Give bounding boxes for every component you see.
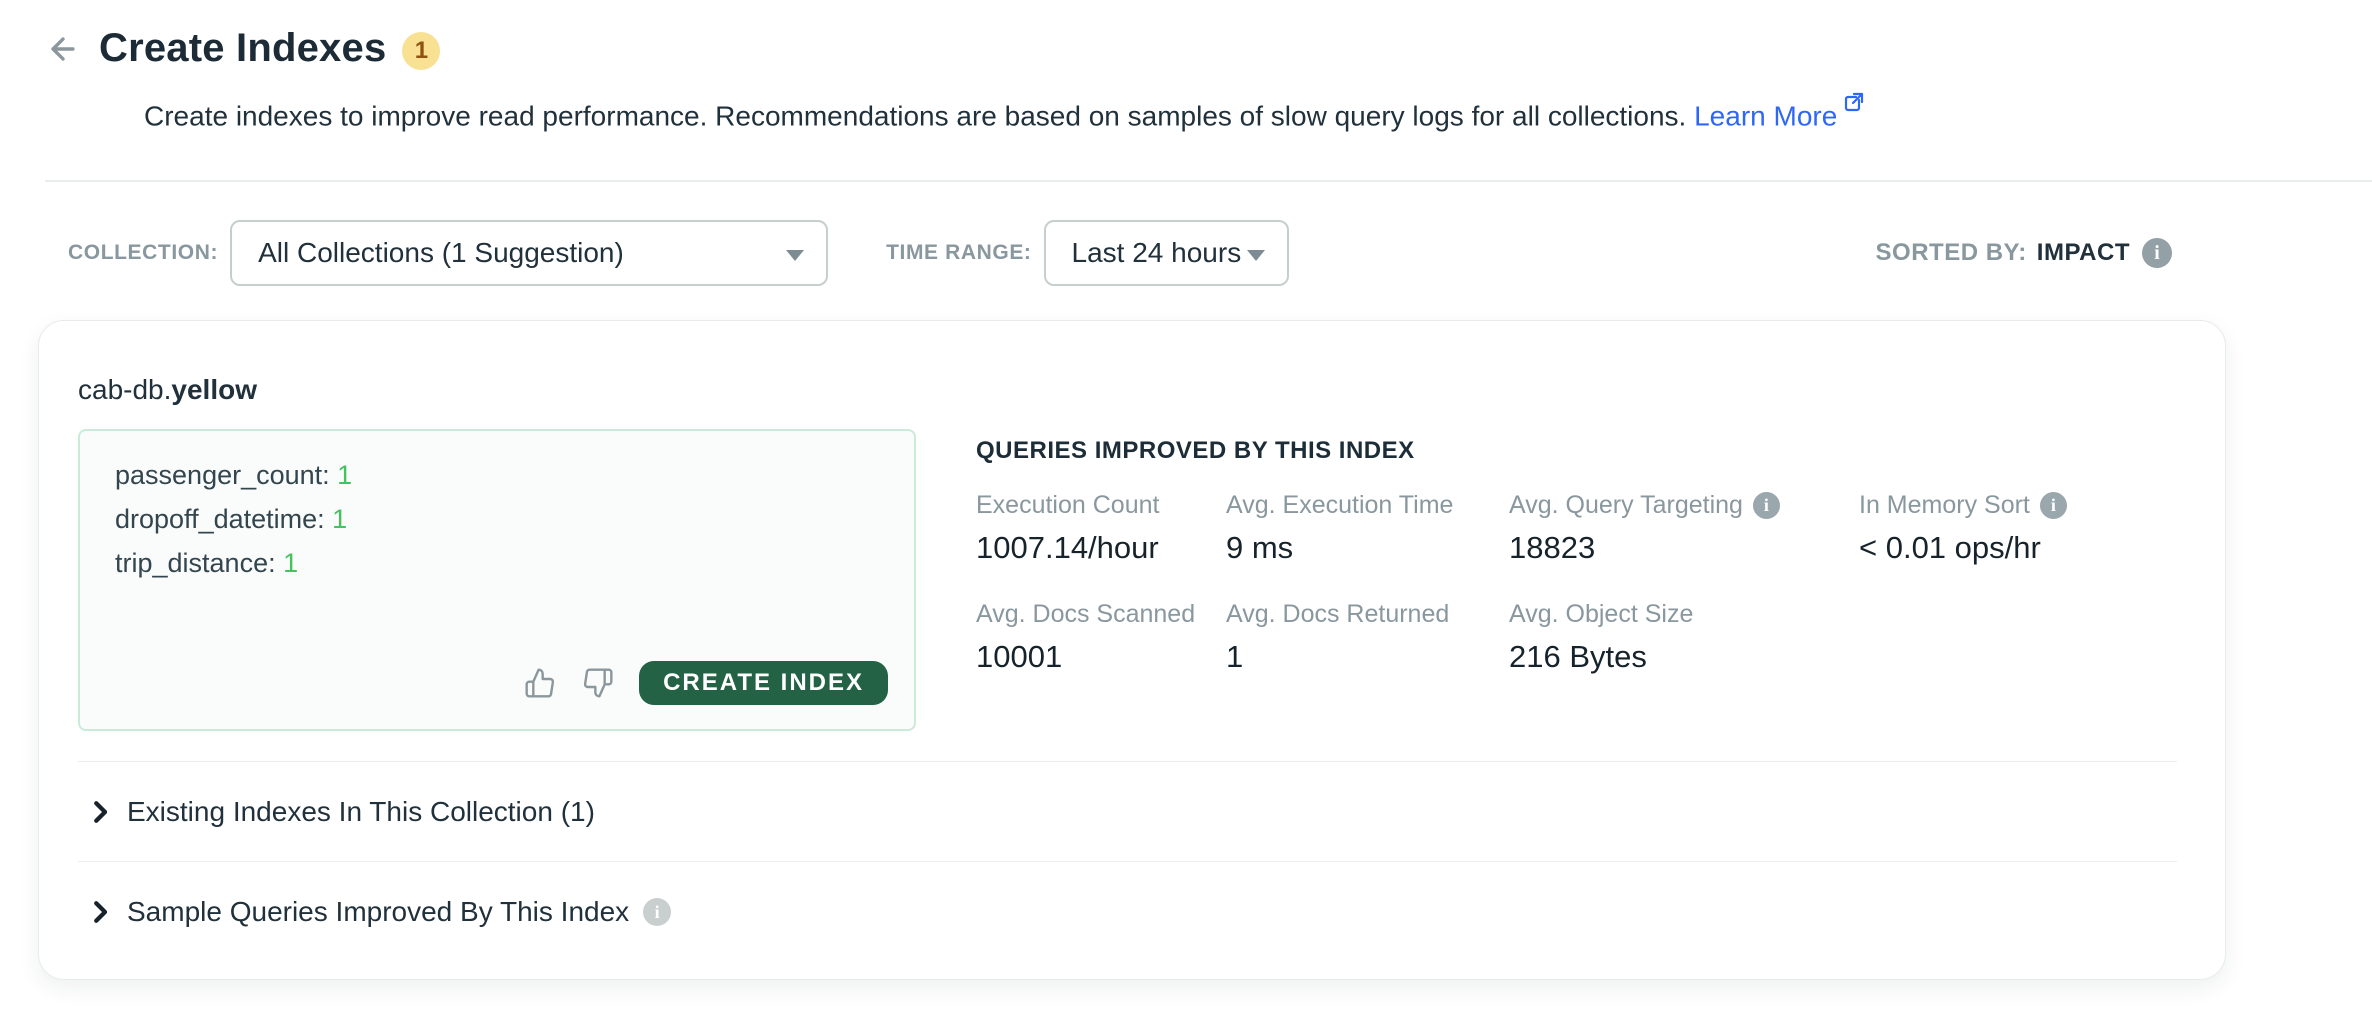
- collection-select-value: All Collections (1 Suggestion): [258, 237, 624, 269]
- stat-label: Avg. Object Size: [1509, 600, 1693, 629]
- caret-down-icon: [1247, 250, 1265, 261]
- stat-avg-execution-time: Avg. Execution Time 9 ms: [1226, 491, 1509, 566]
- sorted-by: SORTED BY: IMPACT i: [1876, 238, 2172, 268]
- page-title: Create Indexes: [99, 26, 386, 71]
- page-header: Create Indexes 1 Create indexes to impro…: [0, 0, 2372, 182]
- index-field-line: dropoff_datetime: 1: [115, 497, 886, 541]
- chevron-right-icon: [85, 897, 115, 927]
- suggestion-count-badge: 1: [402, 32, 440, 70]
- subtitle-text: Create indexes to improve read performan…: [144, 100, 1686, 131]
- filter-bar: COLLECTION: All Collections (1 Suggestio…: [0, 220, 2372, 286]
- stat-label: In Memory Sort: [1859, 491, 2030, 520]
- chevron-right-icon: [85, 797, 115, 827]
- external-link-icon[interactable]: [1841, 89, 1865, 123]
- index-field-line: passenger_count: 1: [115, 453, 886, 497]
- index-field-key: trip_distance:: [115, 548, 283, 578]
- stats-heading: QUERIES IMPROVED BY THIS INDEX: [976, 437, 2177, 465]
- thumbs-up-button[interactable]: [523, 666, 557, 700]
- stat-value: < 0.01 ops/hr: [1859, 530, 2177, 566]
- index-field-key: passenger_count:: [115, 460, 337, 490]
- sorted-by-info-icon[interactable]: i: [2142, 238, 2172, 268]
- in-memory-sort-info-icon[interactable]: i: [2040, 492, 2067, 519]
- thumbs-down-button[interactable]: [581, 666, 615, 700]
- stat-avg-docs-returned: Avg. Docs Returned 1: [1226, 600, 1509, 675]
- collection-select[interactable]: All Collections (1 Suggestion): [230, 220, 828, 286]
- existing-indexes-section-toggle[interactable]: Existing Indexes In This Collection (1): [78, 762, 2177, 862]
- index-field-value: 1: [337, 460, 352, 490]
- namespace-database: cab-db.: [78, 374, 171, 405]
- sample-queries-section-toggle[interactable]: Sample Queries Improved By This Index i: [78, 862, 2177, 962]
- header-divider: [45, 180, 2372, 182]
- stat-label: Avg. Query Targeting: [1509, 491, 1743, 520]
- create-index-button[interactable]: CREATE INDEX: [639, 661, 888, 705]
- time-range-select[interactable]: Last 24 hours: [1044, 220, 1289, 286]
- learn-more-link[interactable]: Learn More: [1694, 100, 1837, 131]
- thumbs-up-icon: [524, 667, 556, 699]
- back-button[interactable]: [45, 31, 81, 67]
- suggested-index-definition: passenger_count: 1 dropoff_datetime: 1 t…: [78, 429, 916, 731]
- time-range-filter-label: TIME RANGE:: [886, 241, 1031, 265]
- namespace: cab-db.yellow: [78, 373, 2177, 407]
- stat-in-memory-sort: In Memory Sort i < 0.01 ops/hr: [1859, 491, 2177, 566]
- queries-improved-panel: QUERIES IMPROVED BY THIS INDEX Execution…: [976, 429, 2177, 731]
- index-field-key: dropoff_datetime:: [115, 504, 332, 534]
- stats-grid: Execution Count 1007.14/hour Avg. Execut…: [976, 491, 2177, 675]
- namespace-collection: yellow: [171, 374, 257, 405]
- index-suggestion-card: cab-db.yellow passenger_count: 1 dropoff…: [38, 320, 2226, 980]
- stat-label: Avg. Execution Time: [1226, 491, 1453, 520]
- time-range-select-value: Last 24 hours: [1072, 237, 1242, 269]
- stat-value: 1007.14/hour: [976, 530, 1226, 566]
- stat-value: 10001: [976, 639, 1226, 675]
- stat-execution-count: Execution Count 1007.14/hour: [976, 491, 1226, 566]
- arrow-left-icon: [46, 32, 80, 66]
- stat-avg-docs-scanned: Avg. Docs Scanned 10001: [976, 600, 1226, 675]
- sorted-by-value: IMPACT: [2037, 239, 2130, 267]
- stat-value: 18823: [1509, 530, 1859, 566]
- sorted-by-label: SORTED BY:: [1876, 239, 2027, 267]
- stat-label: Avg. Docs Returned: [1226, 600, 1449, 629]
- sample-queries-section-label: Sample Queries Improved By This Index: [127, 896, 629, 928]
- stat-value: 9 ms: [1226, 530, 1509, 566]
- stat-avg-object-size: Avg. Object Size 216 Bytes: [1509, 600, 1859, 675]
- stat-avg-query-targeting: Avg. Query Targeting i 18823: [1509, 491, 1859, 566]
- stat-value: 216 Bytes: [1509, 639, 1859, 675]
- collection-filter-label: COLLECTION:: [68, 241, 218, 265]
- query-targeting-info-icon[interactable]: i: [1753, 492, 1780, 519]
- caret-down-icon: [786, 250, 804, 261]
- existing-indexes-section-label: Existing Indexes In This Collection (1): [127, 796, 595, 828]
- stat-label: Avg. Docs Scanned: [976, 600, 1195, 629]
- stat-label: Execution Count: [976, 491, 1159, 520]
- index-field-value: 1: [283, 548, 298, 578]
- stat-value: 1: [1226, 639, 1509, 675]
- thumbs-down-icon: [582, 667, 614, 699]
- index-field-line: trip_distance: 1: [115, 541, 886, 585]
- sample-queries-info-icon[interactable]: i: [643, 898, 671, 926]
- index-field-value: 1: [332, 504, 347, 534]
- page-subtitle: Create indexes to improve read performan…: [144, 89, 2372, 133]
